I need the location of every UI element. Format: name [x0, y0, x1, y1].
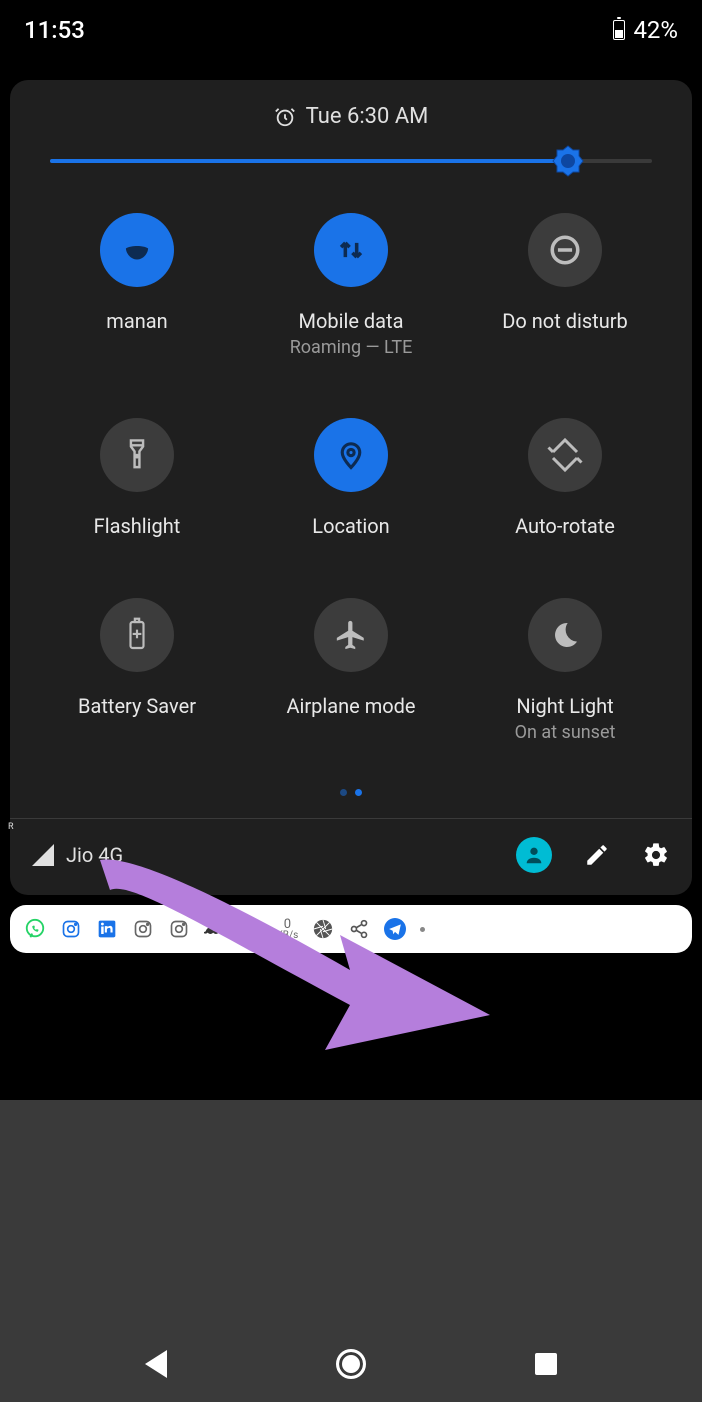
tile-battery-saver[interactable]: Battery Saver [30, 598, 244, 743]
status-time: 11:53 [24, 16, 85, 44]
camera-shutter-icon [312, 918, 334, 940]
tile-label: Location [312, 514, 389, 538]
tile-label: Mobile data [299, 309, 404, 333]
alarm-row[interactable]: Tue 6:30 AM [10, 80, 692, 149]
battery-icon [613, 20, 625, 40]
linkedin-icon [96, 918, 118, 940]
status-right: 42% [613, 16, 678, 44]
tile-label: manan [106, 309, 167, 333]
carrier-name: Jio 4G [66, 843, 123, 867]
alarm-icon [274, 106, 296, 128]
tile-label: Auto-rotate [515, 514, 615, 538]
signal-icon [32, 844, 54, 866]
roaming-indicator: R [8, 822, 14, 832]
instagram-icon [168, 918, 190, 940]
dnd-icon [548, 233, 582, 267]
tile-sublabel: On at sunset [515, 722, 616, 743]
tile-label: Battery Saver [78, 694, 196, 718]
user-icon [523, 844, 545, 866]
page-dot [340, 789, 347, 796]
battery-percent: 42% [633, 16, 678, 44]
location-icon [336, 437, 366, 473]
tiles-grid: manan Mobile data Roaming — LTE Do not d… [10, 193, 692, 753]
quick-settings-panel: Tue 6:30 AM manan [10, 80, 692, 895]
tile-label: Flashlight [94, 514, 181, 538]
user-switch-button[interactable] [516, 837, 552, 873]
navigation-bar [0, 1326, 702, 1402]
page-dot-active [355, 789, 362, 796]
airplane-icon [334, 618, 368, 652]
instagram-icon [132, 918, 154, 940]
tile-label: Night Light [516, 694, 613, 718]
settings-button[interactable] [642, 841, 670, 869]
page-indicator [10, 753, 692, 818]
nav-back-button[interactable] [145, 1350, 167, 1378]
instagram-icon [60, 918, 82, 940]
tile-label: Airplane mode [286, 694, 415, 718]
tile-mobile-data[interactable]: Mobile data Roaming — LTE [244, 213, 458, 358]
whatsapp-icon [24, 918, 46, 940]
share-icon [348, 918, 370, 940]
flashlight-icon [122, 438, 152, 472]
tile-location[interactable]: Location [244, 418, 458, 538]
network-speed: 0 KB/s [276, 918, 298, 941]
qs-footer: R Jio 4G [10, 819, 692, 895]
mobile-data-icon [334, 233, 368, 267]
brightness-slider[interactable] [10, 149, 692, 193]
tile-flashlight[interactable]: Flashlight [30, 418, 244, 538]
brightness-thumb-icon [551, 144, 585, 178]
carrier-info[interactable]: R Jio 4G [32, 843, 123, 867]
nav-home-button[interactable] [336, 1349, 366, 1379]
auto-rotate-icon [547, 437, 583, 473]
wifi-icon [118, 231, 156, 269]
more-dot [420, 927, 425, 932]
tile-wifi[interactable]: manan [30, 213, 244, 358]
battery-saver-icon [124, 617, 150, 653]
temperature-widget: 21° [240, 920, 262, 938]
notification-bar[interactable]: 21° 0 KB/s [10, 905, 692, 953]
mustache-icon [204, 918, 226, 940]
tile-dnd[interactable]: Do not disturb [458, 213, 672, 358]
nav-recents-button[interactable] [535, 1353, 557, 1375]
edit-button[interactable] [584, 842, 610, 868]
alarm-label: Tue 6:30 AM [306, 104, 429, 129]
telegram-icon [384, 918, 406, 940]
tile-sublabel: Roaming — LTE [290, 337, 413, 358]
tile-airplane[interactable]: Airplane mode [244, 598, 458, 743]
tile-auto-rotate[interactable]: Auto-rotate [458, 418, 672, 538]
tile-night-light[interactable]: Night Light On at sunset [458, 598, 672, 743]
status-bar: 11:53 42% [0, 0, 702, 60]
night-light-icon [549, 619, 581, 651]
tile-label: Do not disturb [502, 309, 628, 333]
